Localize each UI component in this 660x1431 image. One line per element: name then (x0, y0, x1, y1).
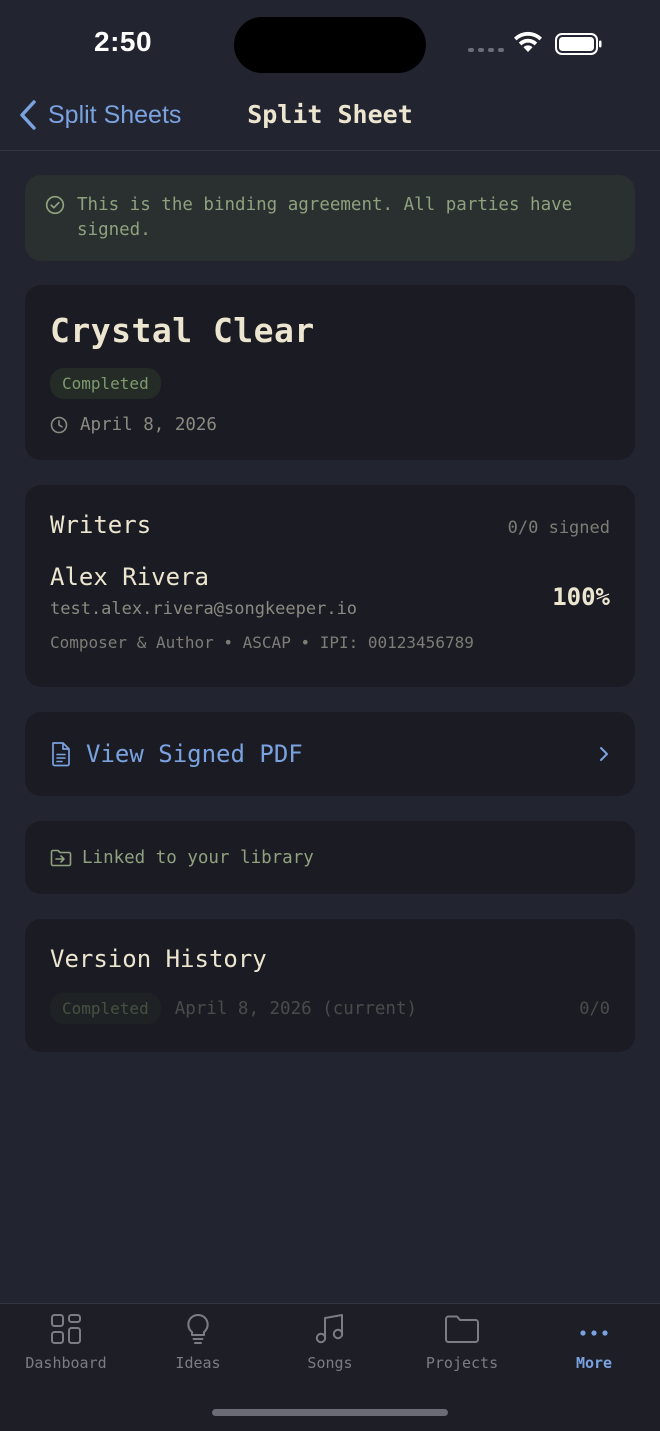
tab-label: Dashboard (25, 1354, 107, 1372)
status-time: 2:50 (94, 26, 153, 57)
song-date: April 8, 2026 (80, 415, 217, 435)
writer-name: Alex Rivera (50, 563, 209, 591)
tab-label: More (575, 1354, 613, 1372)
tab-label: Ideas (175, 1354, 221, 1372)
song-date-row: April 8, 2026 (50, 415, 610, 435)
writer-row: Alex Rivera test.alex.rivera@songkeeper.… (50, 563, 610, 652)
writer-meta: Composer & Author • ASCAP • IPI: 0012345… (50, 633, 474, 652)
page-title: Split Sheet (247, 100, 413, 129)
check-circle-icon (45, 195, 65, 215)
status-bar: 2:50 (0, 0, 660, 90)
library-link-card: Linked to your library (25, 821, 635, 894)
navigation-bar: Split Sheets Split Sheet (0, 90, 660, 151)
more-dots-icon (580, 1330, 608, 1336)
writers-heading: Writers (50, 511, 152, 539)
tab-songs[interactable]: Songs (264, 1312, 396, 1372)
chevron-right-icon (600, 747, 608, 761)
version-history-heading: Version History (50, 945, 267, 973)
wifi-icon (514, 31, 542, 52)
folder-icon (445, 1315, 479, 1343)
version-status-badge: Completed (50, 993, 161, 1024)
battery-icon (555, 33, 602, 55)
view-signed-pdf-label: View Signed PDF (86, 740, 303, 768)
clock-icon (50, 416, 68, 434)
version-history-row[interactable]: Completed April 8, 2026 (current) 0/0 (50, 993, 610, 1024)
tab-more[interactable]: More (528, 1312, 660, 1372)
document-icon (52, 742, 70, 767)
tab-label: Projects (425, 1354, 499, 1372)
dashboard-icon (51, 1314, 81, 1344)
writer-share: 100% (552, 583, 610, 611)
tab-projects[interactable]: Projects (396, 1312, 528, 1372)
song-title: Crystal Clear (50, 311, 315, 350)
banner-text: This is the binding agreement. All parti… (77, 195, 573, 240)
tab-ideas[interactable]: Ideas (132, 1312, 264, 1372)
song-info-card: Crystal Clear Completed April 8, 2026 (25, 285, 635, 460)
tab-dashboard[interactable]: Dashboard (0, 1312, 132, 1372)
folder-import-icon (50, 849, 72, 866)
version-signed-count: 0/0 (579, 998, 610, 1019)
library-link-label: Linked to your library (82, 847, 314, 868)
version-history-card: Version History Completed April 8, 2026 … (25, 919, 635, 1052)
writers-header: Writers 0/0 signed (50, 511, 610, 539)
status-badge: Completed (50, 368, 161, 399)
signed-count: 0/0 signed (507, 518, 610, 538)
cellular-signal-icon (468, 48, 504, 52)
signed-agreement-banner: This is the binding agreement. All parti… (25, 175, 635, 261)
view-signed-pdf-button[interactable]: View Signed PDF (25, 712, 635, 796)
music-note-icon (315, 1314, 344, 1344)
writer-email: test.alex.rivera@songkeeper.io (50, 599, 358, 619)
lightbulb-icon (187, 1313, 209, 1344)
writers-card: Writers 0/0 signed Alex Rivera test.alex… (25, 485, 635, 687)
tab-label: Songs (307, 1354, 353, 1372)
home-indicator (212, 1409, 448, 1416)
dynamic-island (234, 17, 426, 73)
split-sheet-screen: 2:50 Split Sheets Split Sheet This is th… (0, 0, 660, 1431)
version-date: April 8, 2026 (current) (174, 998, 418, 1019)
